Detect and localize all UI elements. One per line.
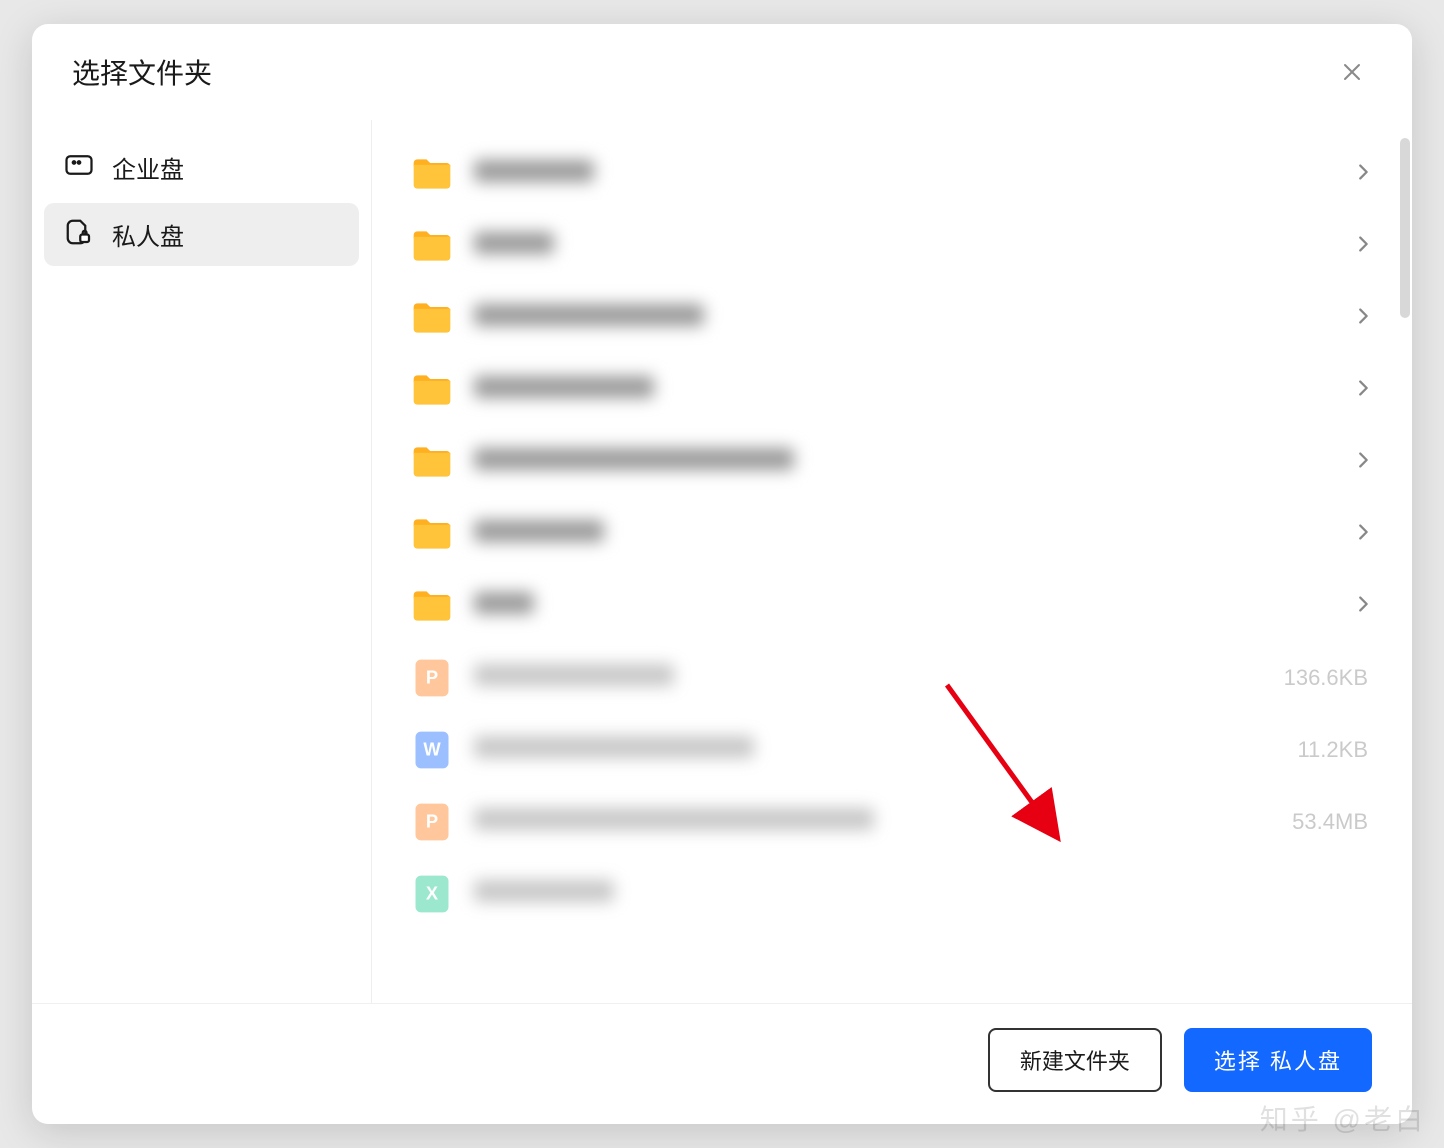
sidebar: 企业盘 私人盘 <box>32 120 372 1003</box>
close-icon <box>1340 60 1364 84</box>
folder-row[interactable] <box>372 138 1412 210</box>
ppt-file-icon: P <box>410 656 454 700</box>
new-folder-button[interactable]: 新建文件夹 <box>988 1028 1162 1092</box>
chevron-right-icon <box>1352 305 1374 332</box>
file-size: 11.2KB <box>1297 737 1368 763</box>
file-row: P 53.4MB <box>372 786 1412 858</box>
content-area: P 136.6KB W 11.2KB P 53.4MB X <box>372 120 1412 1003</box>
private-disk-icon <box>64 217 94 252</box>
folder-icon <box>410 584 454 628</box>
file-name <box>474 232 1332 260</box>
file-row: P 136.6KB <box>372 642 1412 714</box>
modal-body: 企业盘 私人盘 P 136.6KB W 11.2KB P 53.4MB X <box>32 120 1412 1003</box>
file-row: X <box>372 858 1412 930</box>
sidebar-item-label: 私人盘 <box>112 217 184 252</box>
file-name <box>474 304 1332 332</box>
file-name <box>474 520 1332 548</box>
folder-icon <box>410 296 454 340</box>
chevron-right-icon <box>1352 449 1374 476</box>
select-button[interactable]: 选择 私人盘 <box>1184 1028 1372 1092</box>
scrollbar-thumb[interactable] <box>1400 138 1410 318</box>
file-name <box>474 160 1332 188</box>
file-name <box>474 736 1277 764</box>
file-list[interactable]: P 136.6KB W 11.2KB P 53.4MB X <box>372 120 1412 1003</box>
folder-row[interactable] <box>372 354 1412 426</box>
folder-icon <box>410 224 454 268</box>
folder-icon <box>410 368 454 412</box>
folder-row[interactable] <box>372 210 1412 282</box>
file-name <box>474 592 1332 620</box>
svg-text:P: P <box>426 811 438 832</box>
folder-icon <box>410 152 454 196</box>
chevron-right-icon <box>1352 233 1374 260</box>
file-name <box>474 880 1374 908</box>
file-size: 53.4MB <box>1292 809 1368 835</box>
modal-footer: 新建文件夹 选择 私人盘 <box>32 1003 1412 1124</box>
doc-file-icon: W <box>410 728 454 772</box>
folder-row[interactable] <box>372 498 1412 570</box>
file-name <box>474 376 1332 404</box>
xls-file-icon: X <box>410 872 454 916</box>
sidebar-item-label: 企业盘 <box>112 150 184 185</box>
chevron-right-icon <box>1352 521 1374 548</box>
modal-header: 选择文件夹 <box>32 24 1412 120</box>
chevron-right-icon <box>1352 161 1374 188</box>
svg-text:W: W <box>423 739 441 760</box>
sidebar-item-private-disk[interactable]: 私人盘 <box>44 203 359 266</box>
folder-row[interactable] <box>372 570 1412 642</box>
ppt-file-icon: P <box>410 800 454 844</box>
sidebar-item-enterprise-disk[interactable]: 企业盘 <box>44 136 359 199</box>
select-folder-modal: 选择文件夹 企业盘 私人盘 P 136.6KB W 11.2KB P 53.4MB X <box>32 24 1412 1124</box>
close-button[interactable] <box>1332 52 1372 92</box>
chevron-right-icon <box>1352 377 1374 404</box>
folder-row[interactable] <box>372 282 1412 354</box>
folder-row[interactable] <box>372 426 1412 498</box>
folder-icon <box>410 512 454 556</box>
file-name <box>474 664 1264 692</box>
file-row: W 11.2KB <box>372 714 1412 786</box>
file-name <box>474 808 1272 836</box>
modal-title: 选择文件夹 <box>72 52 212 92</box>
folder-icon <box>410 440 454 484</box>
enterprise-disk-icon <box>64 150 94 185</box>
svg-text:P: P <box>426 667 438 688</box>
file-name <box>474 448 1332 476</box>
file-size: 136.6KB <box>1284 665 1368 691</box>
svg-text:X: X <box>426 883 439 904</box>
chevron-right-icon <box>1352 593 1374 620</box>
